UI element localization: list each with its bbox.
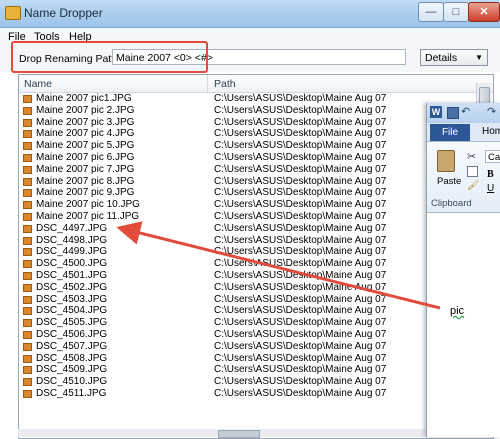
annotation-arrow xyxy=(116,221,441,310)
arrow-line xyxy=(116,221,441,310)
